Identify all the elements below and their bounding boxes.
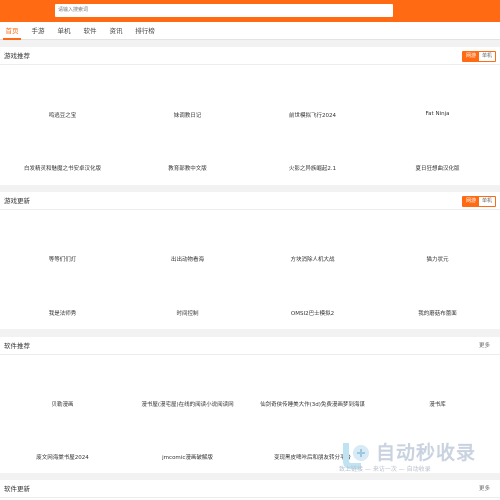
watermark-subtext: 致上链接 — 来访一次 — 自动收录 [339,466,431,473]
nav-item-mobile-games[interactable]: 手游 [30,22,46,40]
more-link[interactable]: 更多 [479,480,490,498]
nav-item-single-player[interactable]: 单机 [56,22,72,40]
nav-item-software[interactable]: 软件 [82,22,98,40]
app-item[interactable]: 漫书屋(漫宅屋)在线的阅读小说阅读网 [125,400,250,408]
search-input[interactable]: 请输入搜索词 [55,4,393,17]
app-item[interactable]: jmcomic漫画破解版 [125,453,250,461]
toggle-offline[interactable]: 单机 [479,52,495,61]
section-software-update: 软件更新 更多 [0,480,500,500]
app-item[interactable]: 时间控制 [125,309,250,317]
app-item[interactable]: Fat Ninja [375,111,500,117]
section-title: 游戏推荐 [4,52,30,60]
section-header: 游戏更新 网游 单机 [0,192,500,210]
app-item[interactable]: 前世模拟飞行2024 [250,111,375,119]
app-item[interactable]: 火影之异族崛起2.1 [250,164,375,172]
section-title: 游戏更新 [4,197,30,205]
online-offline-toggle: 网游 单机 [462,196,496,207]
section-header: 软件推荐 更多 [0,337,500,355]
app-item[interactable]: 仙剑奇侠传睡美大作(3d)免费漫画梦到海谋 [250,400,375,408]
app-item[interactable]: 我的蘑菇布蕾面 [375,309,500,317]
section-game-update: 游戏更新 网游 单机 等等们们灯 出出动物看海 方块消除人机大战 猫力状元 我是… [0,192,500,329]
app-item[interactable]: 漫书库 [375,400,500,408]
app-item[interactable]: 猫力状元 [375,255,500,263]
nav-item-news[interactable]: 资讯 [108,22,124,40]
app-item[interactable]: 等等们们灯 [0,255,125,263]
app-item[interactable]: 贝勒漫画 [0,400,125,408]
watermark: 自动秒收录 致上链接 — 来访一次 — 自动收录 [331,437,491,477]
app-item[interactable]: OMSI2巴士模拟2 [250,309,375,317]
app-item[interactable]: 白发精灵和魅魔之书安卓汉化版 [0,164,125,172]
more-link[interactable]: 更多 [479,337,490,355]
main-nav: 首页 手游 单机 软件 资讯 排行榜 [0,22,500,40]
section-game-recommend: 游戏推荐 网游 单机 鸣逃豆之宝 妹调教日记 前世模拟飞行2024 Fat Ni… [0,47,500,185]
section-header: 软件更新 更多 [0,480,500,498]
app-item[interactable]: 夏日狂想曲汉化版 [375,164,500,172]
section-title: 软件更新 [4,485,30,493]
section-header: 游戏推荐 网游 单机 [0,47,500,65]
toggle-online[interactable]: 网游 [463,197,479,206]
app-item[interactable]: 方块消除人机大战 [250,255,375,263]
watermark-text: 自动秒收录 [376,442,477,464]
app-item[interactable]: 教育部教中文版 [125,164,250,172]
online-offline-toggle: 网游 单机 [462,51,496,62]
nav-item-home[interactable]: 首页 [3,22,21,40]
app-item[interactable]: 我是法师秀 [0,309,125,317]
app-item[interactable]: 鸣逃豆之宝 [0,111,125,119]
app-item[interactable]: 出出动物看海 [125,255,250,263]
section-title: 软件推荐 [4,342,30,350]
toggle-online[interactable]: 网游 [463,52,479,61]
nav-item-rankings[interactable]: 排行榜 [133,22,157,40]
toggle-offline[interactable]: 单机 [479,197,495,206]
app-item[interactable]: 妹调教日记 [125,111,250,119]
top-bar: 请输入搜索词 [0,0,500,22]
app-item[interactable]: 废文网海棠书屋2024 [0,453,125,461]
